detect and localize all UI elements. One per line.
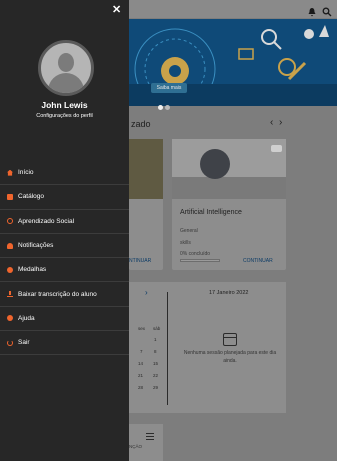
medal-icon (7, 266, 13, 273)
calendar-day[interactable]: 28 (138, 385, 143, 390)
menu-item-social-learning[interactable]: Aprendizado Social (0, 210, 129, 234)
calendar-selected-date: 17 Janeiro 2022 (209, 290, 249, 296)
course-type: skills (180, 240, 191, 246)
calendar-day[interactable]: 1 (154, 337, 157, 342)
avatar[interactable] (38, 40, 94, 96)
menu-item-home[interactable]: Início (0, 161, 129, 186)
course-image (172, 139, 286, 199)
power-icon (7, 339, 13, 346)
calendar-day[interactable]: 21 (138, 373, 143, 378)
menu-item-label: Início (18, 169, 34, 177)
course-title: Artificial Intelligence (180, 209, 242, 216)
menu-item-help[interactable]: Ajuda (0, 307, 129, 332)
menu-item-label: Aprendizado Social (18, 217, 75, 225)
drawer-menu: Início Catálogo Aprendizado Social Notif… (0, 161, 129, 356)
download-icon (7, 291, 13, 298)
course-progress-text: 0% concluído (180, 251, 211, 257)
weekday-header: sáb (153, 326, 161, 331)
close-icon[interactable]: ✕ (112, 4, 121, 16)
bell-icon (7, 242, 13, 249)
help-icon (7, 315, 13, 322)
learn-more-button[interactable]: Saiba mais (151, 83, 187, 93)
calendar-day[interactable]: 29 (153, 385, 158, 390)
bell-icon[interactable] (307, 4, 317, 17)
weekday-header: sex (138, 326, 146, 331)
carousel-next-button[interactable]: › (279, 117, 282, 128)
home-icon (7, 169, 13, 176)
calendar-day[interactable]: 22 (153, 373, 158, 378)
user-name: John Lewis (41, 100, 88, 110)
profile-settings-link[interactable]: Configurações do perfil (0, 113, 129, 119)
bottom-card-label: NÇÃO (129, 444, 143, 449)
menu-item-logout[interactable]: Sair (0, 331, 129, 356)
list-icon[interactable] (146, 433, 154, 440)
calendar-widget (129, 282, 286, 413)
section-title: zado (131, 119, 151, 129)
calendar-next-month-button[interactable]: › (145, 288, 148, 297)
calendar-empty-message: Nenhuma sessão planejada para este dia a… (183, 350, 277, 364)
social-icon (7, 218, 13, 225)
menu-item-label: Catálogo (18, 193, 45, 201)
continue-button[interactable]: CONTINUAR (243, 258, 273, 264)
course-card[interactable] (129, 139, 163, 270)
menu-item-label: Ajuda (18, 314, 35, 322)
calendar-icon (223, 333, 237, 346)
book-icon (7, 193, 13, 200)
carousel-prev-button[interactable]: ‹ (270, 117, 273, 128)
menu-item-notifications[interactable]: Notificações (0, 234, 129, 259)
calendar-day[interactable]: 15 (153, 361, 158, 366)
menu-item-badges[interactable]: Medalhas (0, 258, 129, 283)
menu-item-label: Notificações (18, 242, 54, 250)
menu-item-label: Baixar transcrição do aluno (18, 290, 97, 298)
menu-item-label: Sair (18, 339, 30, 347)
course-category: General (180, 228, 198, 234)
carousel-dots[interactable] (158, 97, 172, 115)
continue-button[interactable]: NTINUAR (129, 258, 151, 264)
search-icon[interactable] (322, 4, 332, 17)
menu-item-download-transcript[interactable]: Baixar transcrição do aluno (0, 282, 129, 307)
navigation-drawer: ✕ John Lewis Configurações do perfil Iní… (0, 0, 129, 461)
menu-item-catalog[interactable]: Catálogo (0, 185, 129, 210)
menu-item-label: Medalhas (18, 266, 47, 274)
bottom-card (129, 424, 163, 461)
course-image (129, 139, 163, 199)
course-progress-bar (180, 259, 220, 262)
calendar-day[interactable]: 14 (138, 361, 143, 366)
calendar-day[interactable]: 7 (140, 349, 143, 354)
calendar-day[interactable]: 8 (154, 349, 157, 354)
